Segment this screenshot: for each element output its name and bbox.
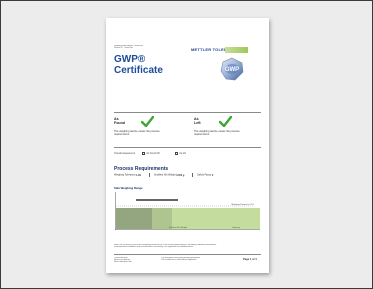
viewer-background: Weighing Instruments Certificate Device … xyxy=(0,0,373,289)
assessment-row: Overall assessment As found OK As left xyxy=(114,152,186,155)
page-number: Page 1 of 4 xyxy=(243,258,257,261)
footer-left: Certificate date Service technician Next… xyxy=(114,257,154,264)
req-3-label: Safety Factor xyxy=(197,173,212,177)
safe-range-title: Safe Weighing Range xyxy=(114,186,143,190)
process-requirements-title: Process Requirements xyxy=(114,166,169,172)
req-3-value: 2 xyxy=(212,173,214,177)
req-separator xyxy=(148,173,150,177)
option-2-checkbox[interactable] xyxy=(175,152,179,155)
certificate-title: GWP® Certificate xyxy=(114,54,163,76)
process-requirements-row: Weighing Tolerance 0.1% Smallest Net Wei… xyxy=(114,173,216,177)
divider-middle xyxy=(114,147,261,148)
gwp-seal-icon: GWP xyxy=(220,57,244,81)
chart-lower-label: Smallest Net Weight xyxy=(169,226,188,229)
req-separator xyxy=(191,173,193,177)
footer-middle: The document was electronically generate… xyxy=(161,257,221,261)
as-found-heading-2: Found xyxy=(114,121,125,125)
chart-upper-label: Capacity xyxy=(232,226,240,229)
transition-band xyxy=(152,208,172,229)
notes-block: Notes on the results and on the weighing… xyxy=(114,244,261,248)
footer-mid-2: This certificate is valid without signat… xyxy=(161,259,197,262)
as-found-heading: As Found xyxy=(114,117,125,125)
assessment-label: Overall assessment xyxy=(114,152,135,156)
header-line-2: Device ID · Serial No. xyxy=(114,47,134,50)
req-1-value: 0.1% xyxy=(135,173,142,177)
divider-top xyxy=(114,112,261,113)
chart-y-axis xyxy=(115,192,116,230)
title-line-1: GWP® xyxy=(114,54,146,65)
unsafe-range-band xyxy=(116,208,152,229)
option-1-checkbox[interactable] xyxy=(142,152,146,155)
option-2-label: As left xyxy=(179,152,186,156)
req-2-value: 0.000 g xyxy=(176,173,185,177)
req-2-label: Smallest Net Weight xyxy=(153,173,176,177)
chart-note: Weighing Tolerance 0.1% xyxy=(231,204,254,206)
as-left-check-icon xyxy=(219,116,232,127)
logo-accent-bar xyxy=(225,47,248,53)
title-line-2: Certificate xyxy=(114,64,163,76)
safe-weighing-range-chart: Weighing Tolerance 0.1% Smallest Net Wei… xyxy=(115,192,260,230)
document-header: Weighing Instruments Certificate Device … xyxy=(114,45,174,49)
as-left-heading: As Left xyxy=(194,117,201,125)
as-left-text: The weighing device meets the process re… xyxy=(194,130,240,137)
divider-footer xyxy=(114,254,261,255)
req-1-label: Weighing Tolerance xyxy=(114,173,135,177)
seal-text: GWP xyxy=(225,67,239,73)
notes-line-2: environmental conditions and measurement… xyxy=(114,246,194,249)
document-page[interactable]: Weighing Instruments Certificate Device … xyxy=(106,18,269,273)
as-found-text: The weighing device meets the process re… xyxy=(114,130,160,137)
option-1-label: As found OK xyxy=(146,152,160,156)
chart-x-axis xyxy=(115,229,260,230)
footer-left-3: Next calibration due xyxy=(114,261,132,264)
tolerance-marker xyxy=(136,199,178,201)
as-left-heading-2: Left xyxy=(194,121,201,125)
as-found-check-icon xyxy=(141,116,154,127)
